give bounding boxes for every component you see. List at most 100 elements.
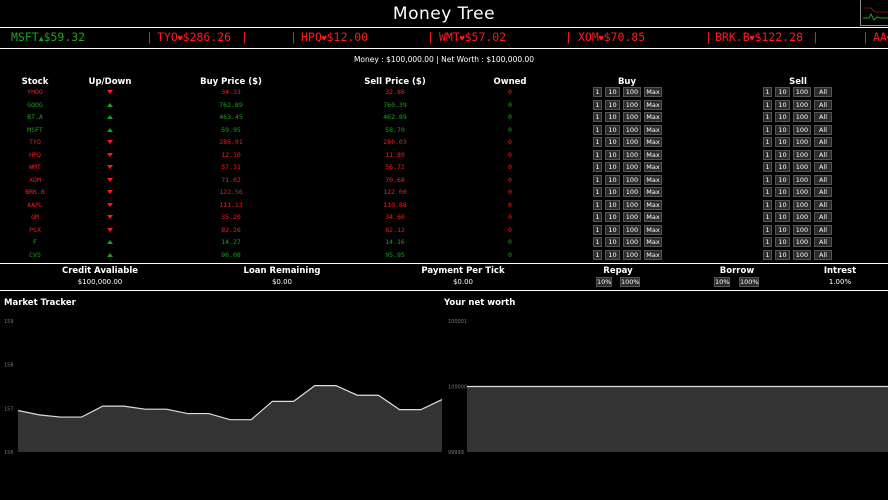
sell-1-button[interactable]: 1 (763, 137, 772, 147)
buy-10-button[interactable]: 10 (605, 99, 620, 110)
sell-10-button[interactable]: 10 (775, 174, 790, 185)
sell-1-button[interactable]: 1 (763, 249, 772, 260)
buy-10-button[interactable]: 10 (605, 199, 620, 210)
sell-all-button[interactable]: All (814, 199, 832, 210)
sell-all-button[interactable]: All (814, 87, 832, 97)
sell-100-button[interactable]: 100 (793, 137, 811, 147)
buy-100-button[interactable]: 100 (623, 212, 641, 222)
buy-1-button[interactable]: 1 (593, 174, 602, 185)
sell-all-button[interactable]: All (814, 162, 832, 172)
buy-10-button[interactable]: 10 (605, 162, 620, 172)
buy-100-button[interactable]: 100 (623, 124, 641, 135)
sell-100-button[interactable]: 100 (793, 99, 811, 110)
borrow-10-button[interactable]: 10% (714, 277, 730, 287)
buy-max-button[interactable]: Max (644, 87, 662, 97)
sell-all-button[interactable]: All (814, 99, 832, 110)
buy-max-button[interactable]: Max (644, 237, 662, 247)
sell-100-button[interactable]: 100 (793, 187, 811, 197)
sell-100-button[interactable]: 100 (793, 224, 811, 235)
buy-10-button[interactable]: 10 (605, 137, 620, 147)
sell-100-button[interactable]: 100 (793, 212, 811, 222)
buy-100-button[interactable]: 100 (623, 237, 641, 247)
buy-max-button[interactable]: Max (644, 149, 662, 160)
buy-max-button[interactable]: Max (644, 99, 662, 110)
buy-1-button[interactable]: 1 (593, 237, 602, 247)
buy-1-button[interactable]: 1 (593, 87, 602, 97)
buy-1-button[interactable]: 1 (593, 187, 602, 197)
buy-1-button[interactable]: 1 (593, 199, 602, 210)
sell-all-button[interactable]: All (814, 137, 832, 147)
buy-max-button[interactable]: Max (644, 224, 662, 235)
sell-all-button[interactable]: All (814, 237, 832, 247)
repay-100-button[interactable]: 100% (620, 277, 640, 287)
sell-all-button[interactable]: All (814, 124, 832, 135)
sell-10-button[interactable]: 10 (775, 99, 790, 110)
sell-10-button[interactable]: 10 (775, 212, 790, 222)
buy-100-button[interactable]: 100 (623, 87, 641, 97)
sell-1-button[interactable]: 1 (763, 237, 772, 247)
buy-10-button[interactable]: 10 (605, 87, 620, 97)
buy-100-button[interactable]: 100 (623, 187, 641, 197)
buy-max-button[interactable]: Max (644, 187, 662, 197)
sell-10-button[interactable]: 10 (775, 237, 790, 247)
buy-1-button[interactable]: 1 (593, 124, 602, 135)
buy-max-button[interactable]: Max (644, 124, 662, 135)
buy-10-button[interactable]: 10 (605, 187, 620, 197)
sell-1-button[interactable]: 1 (763, 224, 772, 235)
sell-10-button[interactable]: 10 (775, 137, 790, 147)
sell-1-button[interactable]: 1 (763, 112, 772, 122)
sell-100-button[interactable]: 100 (793, 87, 811, 97)
sell-10-button[interactable]: 10 (775, 162, 790, 172)
sell-1-button[interactable]: 1 (763, 87, 772, 97)
sell-1-button[interactable]: 1 (763, 149, 772, 160)
buy-10-button[interactable]: 10 (605, 124, 620, 135)
sell-10-button[interactable]: 10 (775, 187, 790, 197)
buy-max-button[interactable]: Max (644, 112, 662, 122)
buy-1-button[interactable]: 1 (593, 212, 602, 222)
buy-1-button[interactable]: 1 (593, 249, 602, 260)
sell-100-button[interactable]: 100 (793, 174, 811, 185)
sell-all-button[interactable]: All (814, 249, 832, 260)
sell-1-button[interactable]: 1 (763, 212, 772, 222)
sell-1-button[interactable]: 1 (763, 174, 772, 185)
buy-1-button[interactable]: 1 (593, 162, 602, 172)
buy-10-button[interactable]: 10 (605, 112, 620, 122)
buy-100-button[interactable]: 100 (623, 112, 641, 122)
sell-1-button[interactable]: 1 (763, 99, 772, 110)
buy-max-button[interactable]: Max (644, 249, 662, 260)
sell-100-button[interactable]: 100 (793, 249, 811, 260)
buy-max-button[interactable]: Max (644, 137, 662, 147)
buy-100-button[interactable]: 100 (623, 174, 641, 185)
buy-1-button[interactable]: 1 (593, 149, 602, 160)
sell-100-button[interactable]: 100 (793, 124, 811, 135)
sell-all-button[interactable]: All (814, 149, 832, 160)
buy-max-button[interactable]: Max (644, 162, 662, 172)
sell-10-button[interactable]: 10 (775, 224, 790, 235)
sell-10-button[interactable]: 10 (775, 112, 790, 122)
buy-1-button[interactable]: 1 (593, 137, 602, 147)
sell-100-button[interactable]: 100 (793, 149, 811, 160)
buy-1-button[interactable]: 1 (593, 224, 602, 235)
buy-100-button[interactable]: 100 (623, 224, 641, 235)
buy-10-button[interactable]: 10 (605, 237, 620, 247)
borrow-100-button[interactable]: 100% (739, 277, 759, 287)
buy-100-button[interactable]: 100 (623, 199, 641, 210)
sell-all-button[interactable]: All (814, 112, 832, 122)
sell-all-button[interactable]: All (814, 224, 832, 235)
buy-10-button[interactable]: 10 (605, 224, 620, 235)
sell-10-button[interactable]: 10 (775, 87, 790, 97)
buy-10-button[interactable]: 10 (605, 174, 620, 185)
sell-1-button[interactable]: 1 (763, 199, 772, 210)
sell-100-button[interactable]: 100 (793, 199, 811, 210)
buy-1-button[interactable]: 1 (593, 112, 602, 122)
buy-10-button[interactable]: 10 (605, 149, 620, 160)
buy-max-button[interactable]: Max (644, 199, 662, 210)
sell-1-button[interactable]: 1 (763, 162, 772, 172)
buy-10-button[interactable]: 10 (605, 249, 620, 260)
repay-10-button[interactable]: 10% (596, 277, 612, 287)
buy-1-button[interactable]: 1 (593, 99, 602, 110)
buy-max-button[interactable]: Max (644, 174, 662, 185)
sell-100-button[interactable]: 100 (793, 237, 811, 247)
sell-10-button[interactable]: 10 (775, 124, 790, 135)
sell-100-button[interactable]: 100 (793, 112, 811, 122)
